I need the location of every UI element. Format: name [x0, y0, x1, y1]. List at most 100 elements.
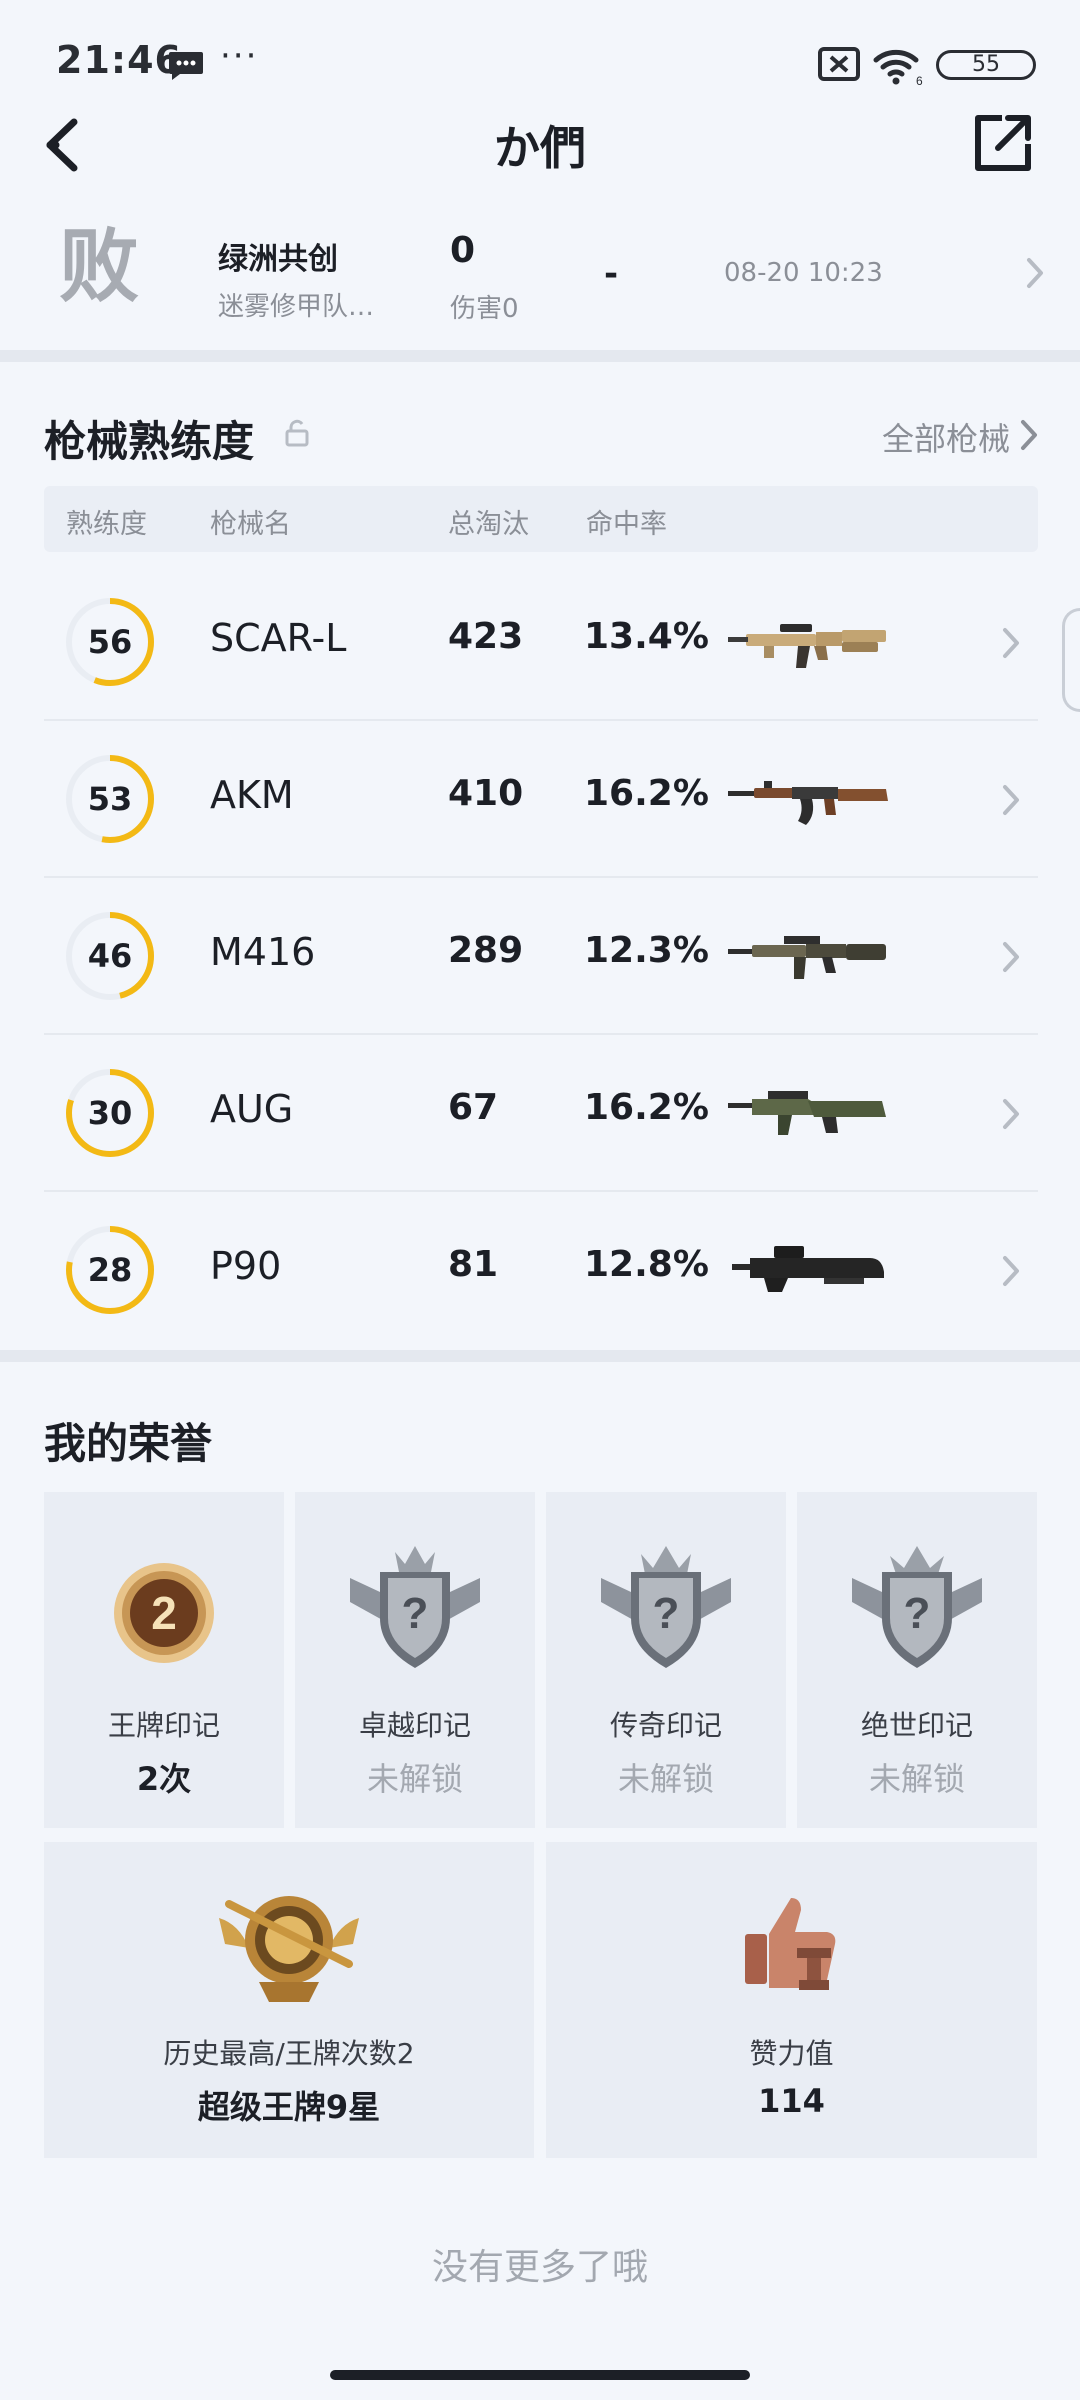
medal-number: 2 — [151, 1587, 177, 1639]
honor-label: 王牌印记 — [107, 1709, 220, 1742]
more-notifications-icon: ··· — [220, 36, 259, 76]
chevron-right-icon — [1003, 1256, 1019, 1286]
likes-card[interactable]: 赞力值 114 — [546, 1842, 1037, 2158]
page-title: か們 — [494, 121, 586, 175]
no-more-content-text: 没有更多了哦 — [431, 2247, 648, 2288]
chevron-right-icon — [1003, 1099, 1019, 1129]
weapon-kills: 423 — [448, 616, 524, 657]
honor-label: 传奇印记 — [609, 1709, 722, 1742]
match-record-row[interactable]: 败 绿洲共创 迷雾修甲队… 0 伤害0 - 08-20 10:23 — [0, 208, 1080, 328]
weapon-accuracy: 12.8% — [584, 1244, 709, 1285]
share-icon[interactable] — [972, 112, 1034, 174]
lock-icon — [285, 419, 309, 447]
match-mode: 绿洲共创 — [218, 242, 338, 277]
honor-value: 未解锁 — [868, 1760, 965, 1798]
weapon-name: AKM — [210, 773, 294, 817]
weapon-kills: 67 — [448, 1087, 499, 1128]
column-weapon-name: 枪械名 — [210, 509, 291, 540]
proficiency-value: 56 — [87, 623, 133, 661]
weapon-accuracy: 16.2% — [584, 773, 709, 814]
locked-shield-badge-icon: ? — [601, 1546, 731, 1668]
ace-rank-emblem-icon — [219, 1896, 359, 2002]
weapon-proficiency-heading: 枪械熟练度 — [44, 417, 255, 466]
match-damage: 伤害0 — [450, 294, 519, 324]
weapon-row[interactable]: 56 SCAR-L 423 13.4% — [44, 564, 1038, 721]
column-total-kills: 总淘汰 — [448, 509, 529, 540]
no-sim-icon — [818, 47, 860, 81]
all-weapons-link[interactable]: 全部枪械 — [882, 414, 1010, 460]
locked-shield-badge-icon: ? — [350, 1546, 480, 1668]
weapon-table-header: 熟练度 枪械名 总淘汰 命中率 — [44, 486, 1038, 552]
svg-text:?: ? — [402, 1589, 429, 1638]
legend-mark-card[interactable]: ? 传奇印记 未解锁 — [546, 1492, 786, 1828]
locked-shield-badge-icon: ? — [852, 1546, 982, 1668]
title-bar: か們 — [0, 100, 1080, 190]
weapon-row[interactable]: 30 AUG 67 16.2% — [44, 1035, 1038, 1192]
svg-text:?: ? — [653, 1589, 680, 1638]
section-divider — [0, 1350, 1080, 1362]
honors-heading: 我的荣誉 — [44, 1419, 213, 1468]
proficiency-value: 30 — [87, 1094, 133, 1132]
match-rank: - — [604, 254, 619, 294]
aug-rifle-icon — [728, 1091, 886, 1135]
scroll-handle[interactable] — [1062, 608, 1080, 712]
column-proficiency: 熟练度 — [66, 509, 147, 540]
weapon-row[interactable]: 53 AKM 410 16.2% — [44, 721, 1038, 878]
wifi-sub-label: 6 — [916, 74, 923, 86]
status-icons: 6 55 — [776, 46, 1036, 86]
honor-value: 未解锁 — [366, 1760, 463, 1798]
honor-value: 114 — [758, 2082, 825, 2120]
weapon-name: SCAR-L — [210, 616, 347, 660]
peerless-mark-card[interactable]: ? 绝世印记 未解锁 — [797, 1492, 1037, 1828]
ace-mark-medal-icon: 2 — [114, 1563, 214, 1663]
honor-label: 绝世印记 — [860, 1709, 973, 1742]
weapon-accuracy: 16.2% — [584, 1087, 709, 1128]
message-icon — [169, 52, 203, 80]
honor-value: 2次 — [136, 1760, 192, 1798]
proficiency-value: 53 — [87, 780, 133, 818]
home-indicator[interactable] — [330, 2370, 750, 2380]
chevron-right-icon — [1003, 942, 1019, 972]
weapon-row[interactable]: 28 P90 81 12.8% — [44, 1192, 1038, 1349]
match-kills: 0 — [450, 230, 476, 271]
akm-rifle-icon — [728, 781, 888, 825]
honor-label: 历史最高/王牌次数2 — [163, 2037, 415, 2070]
chevron-right-icon[interactable] — [1018, 418, 1040, 452]
section-divider — [0, 350, 1080, 362]
chevron-right-icon — [1027, 258, 1043, 288]
weapon-name: M416 — [210, 930, 316, 974]
weapon-kills: 81 — [448, 1244, 499, 1285]
column-accuracy: 命中率 — [586, 509, 667, 540]
match-map: 迷雾修甲队… — [218, 292, 375, 322]
chevron-right-icon — [1003, 628, 1019, 658]
honor-label: 卓越印记 — [358, 1709, 471, 1742]
thumbs-up-trophy-icon — [744, 1898, 835, 1990]
weapon-name: P90 — [210, 1244, 282, 1288]
honor-label: 赞力值 — [749, 2037, 834, 2070]
status-time: 21:46 — [56, 38, 182, 82]
proficiency-value: 28 — [87, 1251, 133, 1289]
weapon-accuracy: 13.4% — [584, 616, 709, 657]
wifi-icon: 6 — [873, 49, 923, 86]
match-time: 08-20 10:23 — [724, 258, 883, 288]
ace-mark-card[interactable]: 2 王牌印记 2次 — [44, 1492, 284, 1828]
honor-value: 未解锁 — [617, 1760, 714, 1798]
weapon-kills: 289 — [448, 930, 524, 971]
scar-l-rifle-icon — [728, 624, 886, 668]
svg-text:?: ? — [904, 1589, 931, 1638]
honor-value: 超级王牌9星 — [197, 2088, 381, 2126]
weapon-name: AUG — [210, 1087, 294, 1131]
m416-rifle-icon — [728, 936, 886, 979]
best-rank-card[interactable]: 历史最高/王牌次数2 超级王牌9星 — [44, 1842, 534, 2158]
weapon-kills: 410 — [448, 773, 524, 814]
chevron-right-icon — [1003, 785, 1019, 815]
weapon-accuracy: 12.3% — [584, 930, 709, 971]
battery-indicator: 55 — [936, 50, 1036, 80]
p90-smg-icon — [732, 1246, 884, 1292]
match-result-badge: 败 — [56, 224, 142, 310]
all-weapons-label: 全部枪械 — [881, 420, 1010, 458]
weapon-row[interactable]: 46 M416 289 12.3% — [44, 878, 1038, 1035]
proficiency-value: 46 — [87, 937, 133, 975]
excellence-mark-card[interactable]: ? 卓越印记 未解锁 — [295, 1492, 535, 1828]
match-result: 败 — [59, 220, 139, 313]
